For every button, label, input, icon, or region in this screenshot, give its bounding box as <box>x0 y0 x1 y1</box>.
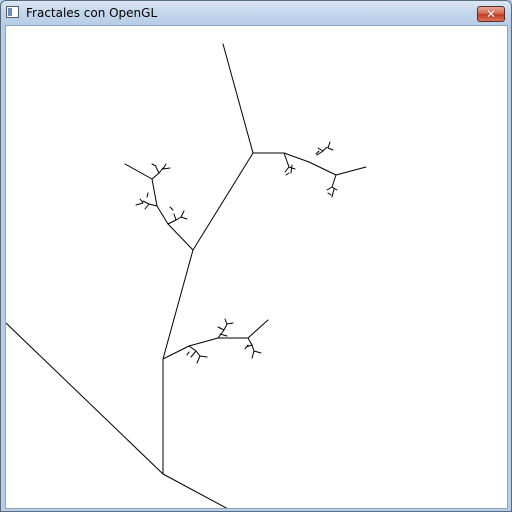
close-button[interactable]: ✕ <box>477 6 505 22</box>
branch <box>335 166 367 176</box>
app-window: Fractales con OpenGL ✕ <box>0 0 512 512</box>
twig <box>151 163 171 180</box>
branch <box>162 249 194 360</box>
branch <box>188 337 219 347</box>
title-bar[interactable]: Fractales con OpenGL ✕ <box>1 1 511 25</box>
branch <box>247 319 269 339</box>
branch <box>192 152 254 251</box>
twig <box>315 141 334 156</box>
branch <box>162 473 228 508</box>
fractal-tree-drawing <box>6 43 367 508</box>
branch <box>156 205 169 225</box>
twig <box>217 318 234 339</box>
branch <box>283 152 310 163</box>
twig <box>186 345 208 364</box>
twig <box>167 206 188 225</box>
branch <box>162 345 190 360</box>
twig <box>135 192 158 210</box>
window-app-icon[interactable] <box>6 6 19 18</box>
twig <box>326 186 338 198</box>
branch <box>331 174 337 188</box>
close-icon: ✕ <box>485 7 497 21</box>
branch <box>6 322 164 475</box>
branch <box>308 161 337 176</box>
branch <box>167 223 194 251</box>
branch <box>283 152 290 168</box>
branch <box>151 178 158 207</box>
branch <box>222 43 254 154</box>
twig <box>244 337 262 359</box>
opengl-canvas[interactable] <box>5 25 508 509</box>
branch <box>124 163 153 180</box>
window-title: Fractales con OpenGL <box>26 6 158 20</box>
twig <box>284 164 296 176</box>
